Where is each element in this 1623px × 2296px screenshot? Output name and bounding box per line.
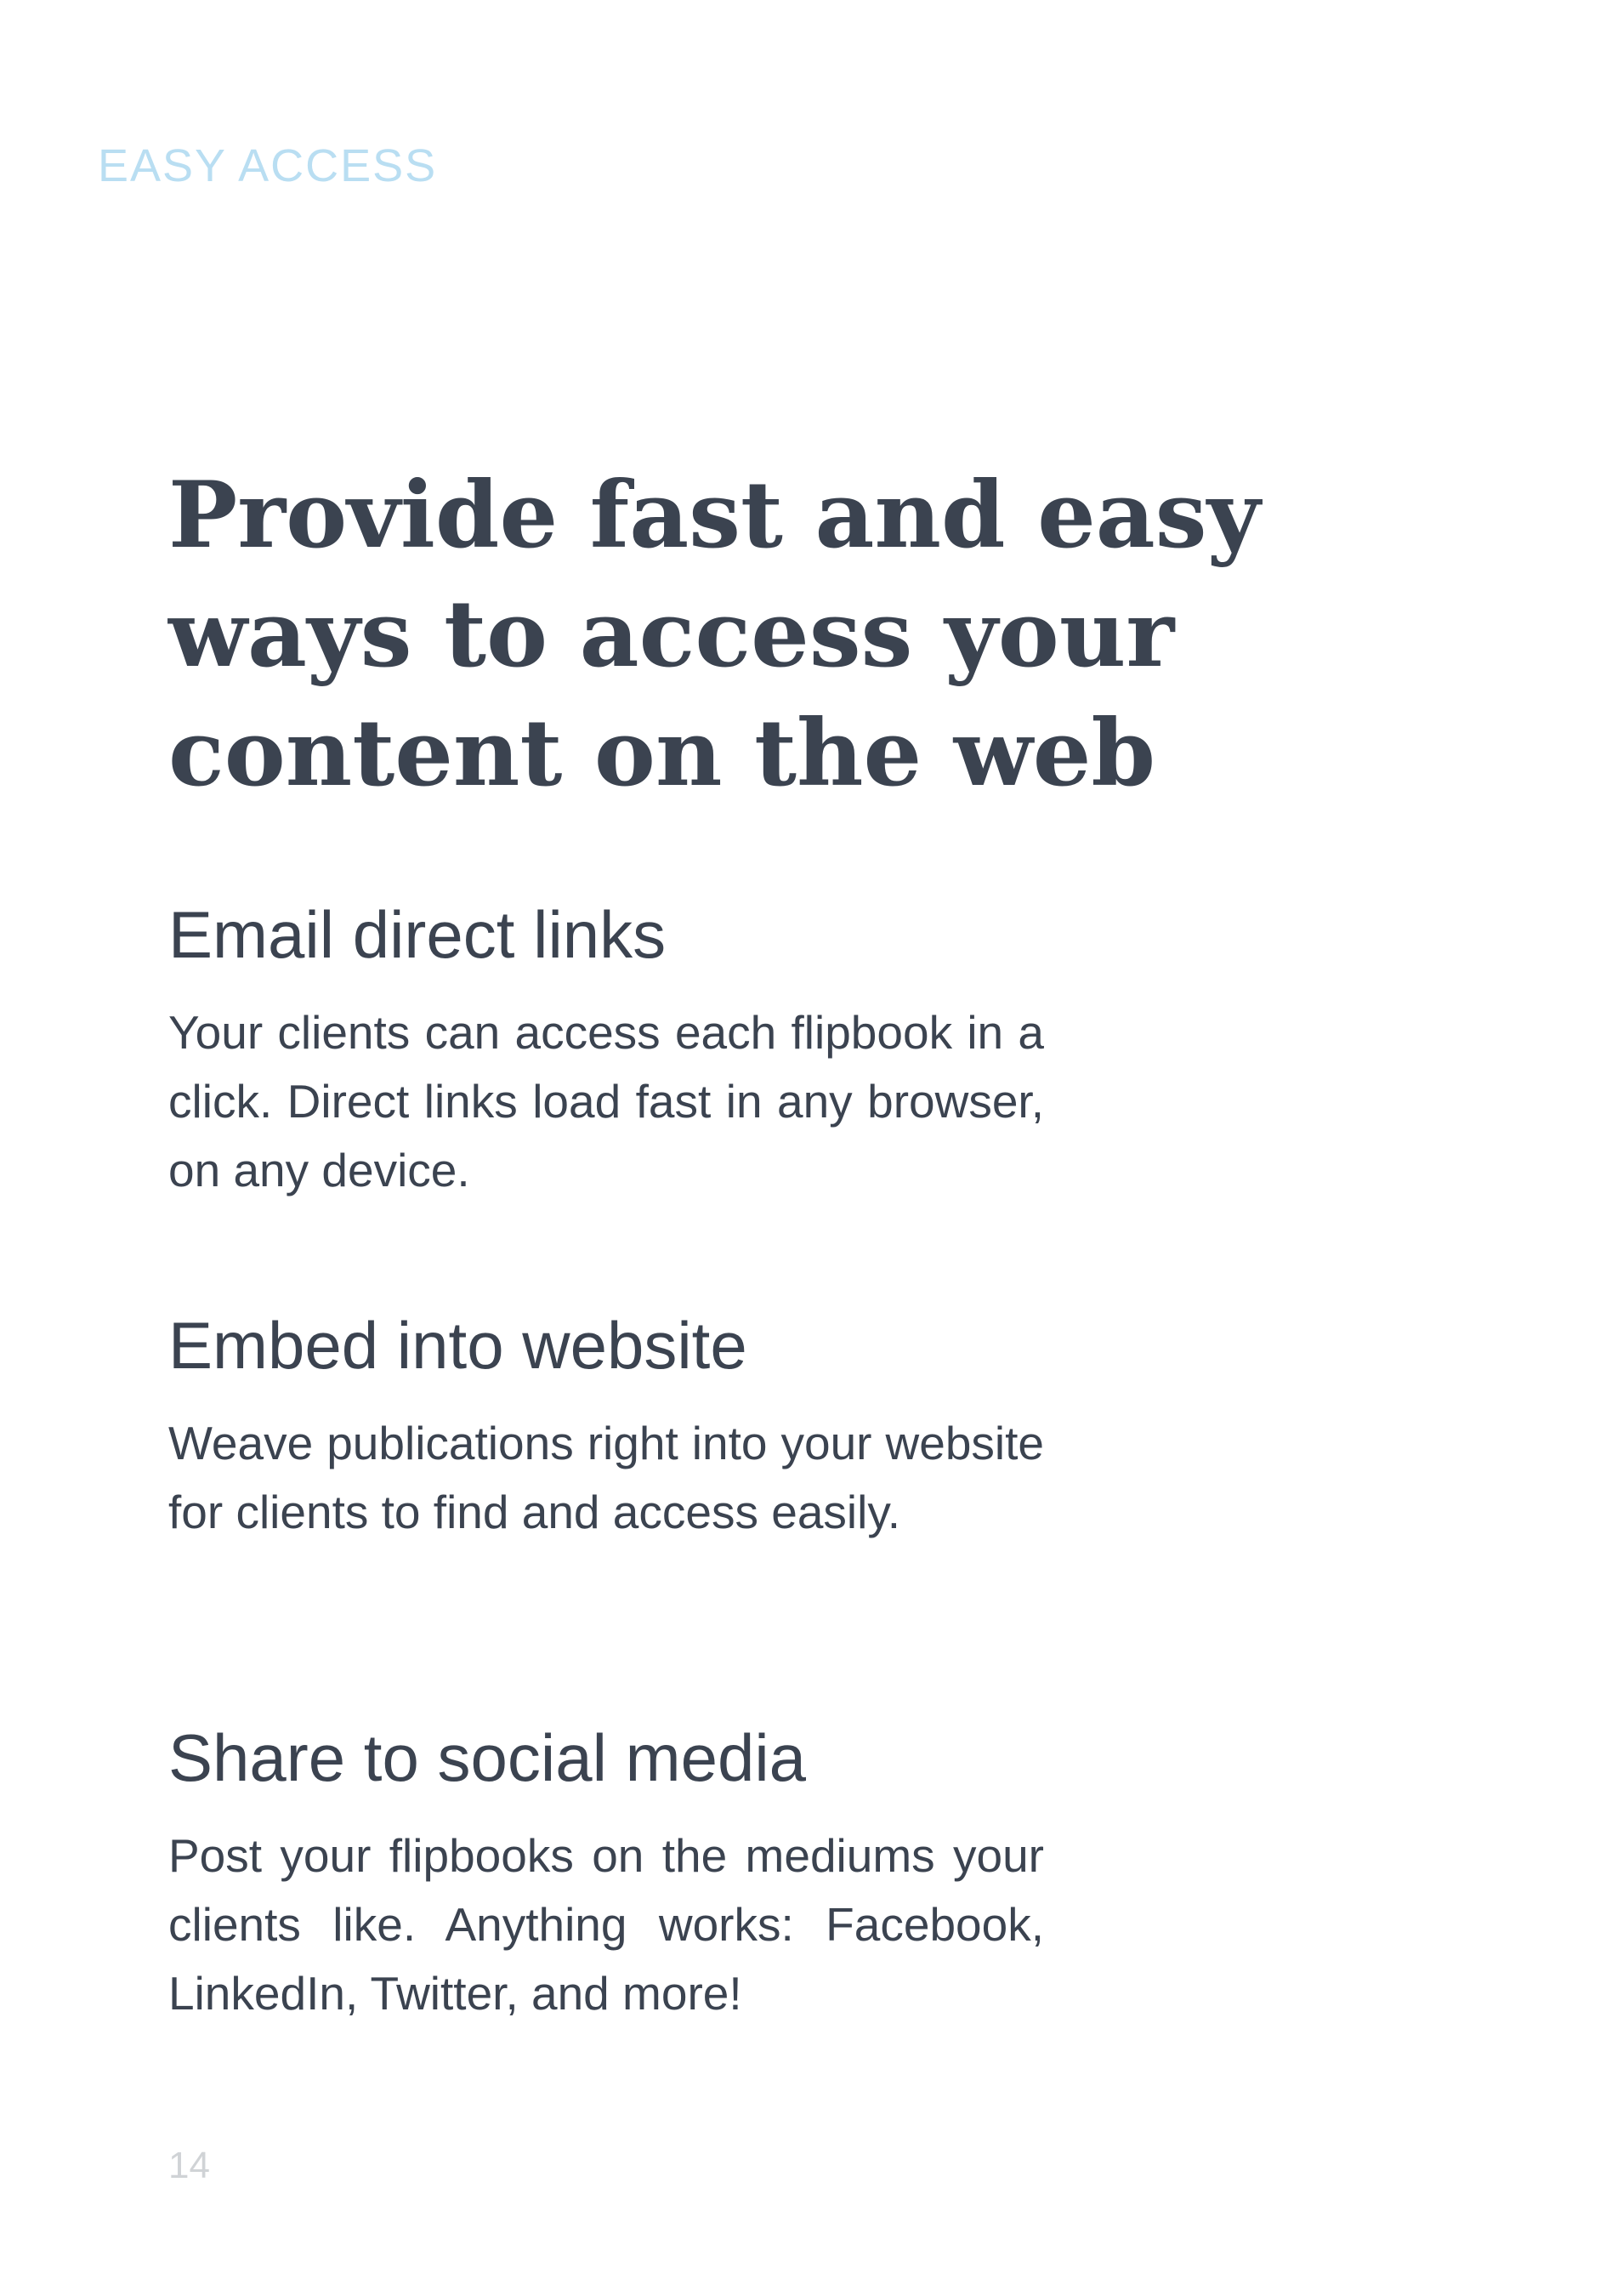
document-page: EASY ACCESS Provide fast and easy ways t… [0,0,1623,2296]
section-label: EASY ACCESS [98,140,438,191]
page-number: 14 [168,2145,210,2186]
feature-embed-website: Embed into website Weave publications ri… [168,1312,1044,1547]
page-title: Provide fast and easy ways to access you… [168,462,1261,807]
feature-heading: Embed into website [168,1308,747,1383]
feature-email-links: Email direct links Your clients can acce… [168,901,1044,1205]
feature-heading: Email direct links [168,897,667,972]
feature-body: Weave publications right into your websi… [168,1417,1044,1538]
feature-social-media: Share to social media Post your flipbook… [168,1725,1044,2028]
feature-body: Post your flipbooks on the mediums your … [168,1829,1044,2020]
feature-body: Your clients can access each flipbook in… [168,1006,1044,1196]
feature-heading: Share to social media [168,1720,807,1795]
